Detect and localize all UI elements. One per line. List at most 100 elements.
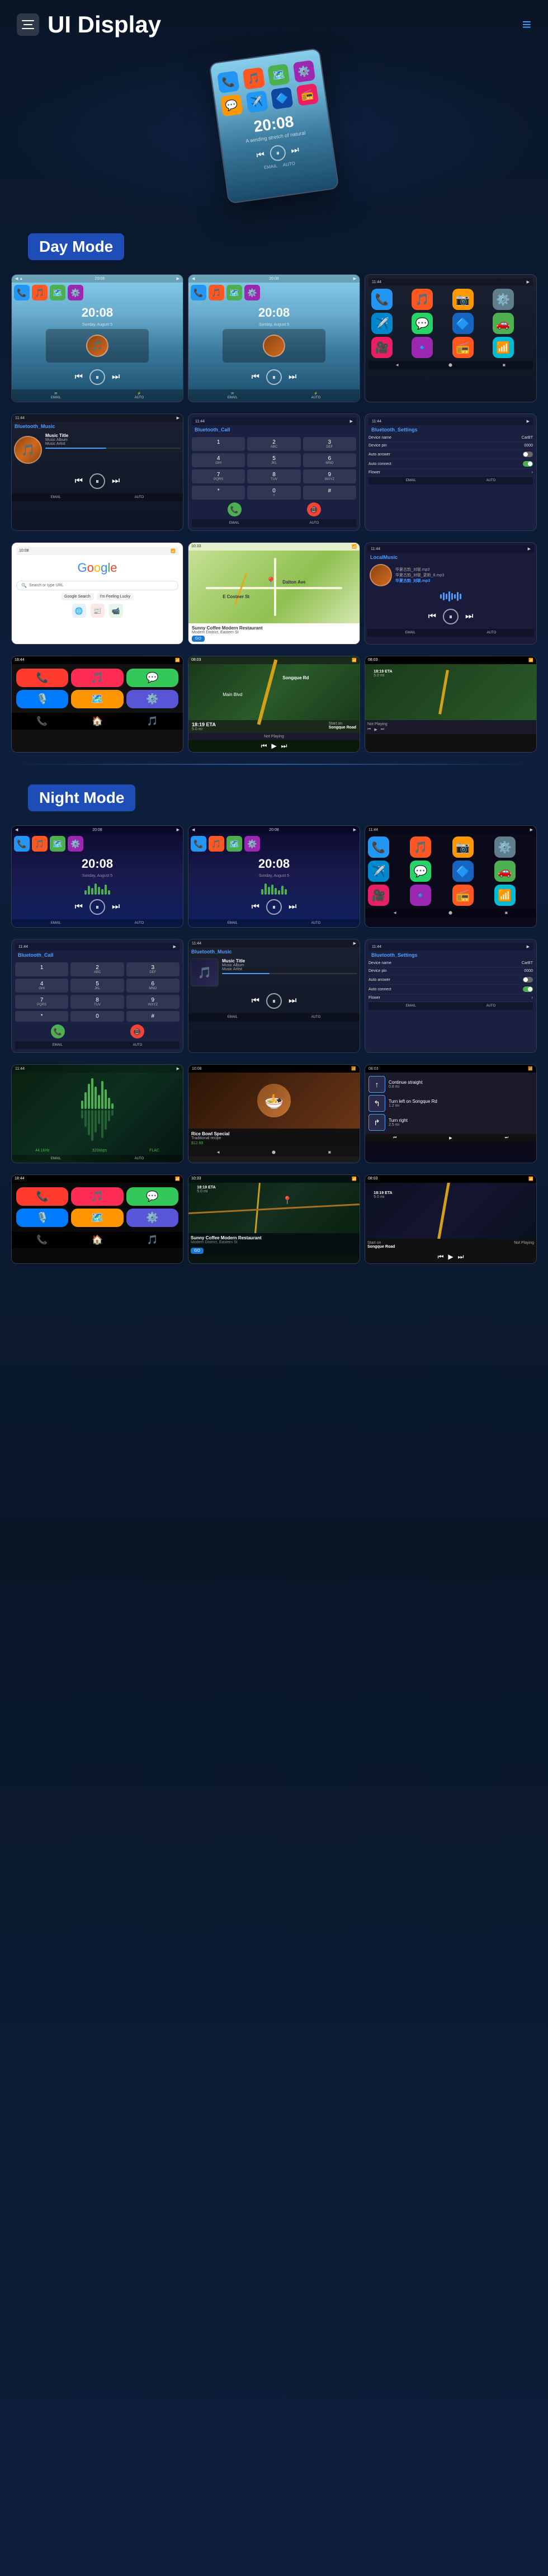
bt-next[interactable]: ⏭ <box>112 476 120 486</box>
nav-icon[interactable]: ≡ <box>522 16 531 34</box>
night-app-photo[interactable]: 📷 <box>452 836 474 858</box>
night-nav-cell[interactable]: 08:03 📶 ↑ Continue straight 0.8 mi ↰ Tur… <box>365 1064 537 1163</box>
night-nav-play-btn[interactable]: ▶ <box>448 1253 453 1261</box>
night-music-app[interactable]: 🎵 <box>410 836 431 858</box>
night-key-7[interactable]: 7PQRS <box>15 995 68 1009</box>
bookmark-1[interactable]: 🌐 <box>72 604 86 618</box>
night-nav-prev-btn[interactable]: ⏮ <box>438 1253 444 1261</box>
night-prev-2[interactable]: ⏮ <box>252 902 259 912</box>
night-settings-2[interactable]: ⚙️ <box>244 836 260 852</box>
night-next-2[interactable]: ⏭ <box>289 902 296 912</box>
night-wifi-app[interactable]: 📶 <box>494 885 516 906</box>
app-icon-settings[interactable]: ⚙️ <box>292 60 315 83</box>
night-settings-1[interactable]: ⚙️ <box>68 836 83 852</box>
lm-play[interactable]: ⏸ <box>443 609 459 624</box>
next-2[interactable]: ⏭ <box>289 372 296 382</box>
cp-more-icon[interactable]: ⚙️ <box>126 690 178 708</box>
cp-next-btn[interactable]: ⏭ <box>381 727 384 732</box>
night-key-star[interactable]: * <box>15 1011 68 1022</box>
prev-2[interactable]: ⏮ <box>252 372 259 382</box>
mini-settings-icon[interactable]: ⚙️ <box>68 285 83 300</box>
night-car-app[interactable]: 🚗 <box>494 861 516 882</box>
app-telegram[interactable]: ✈️ <box>371 313 393 334</box>
night-call-cell[interactable]: 11:44 ▶ Bluetooth_Call 1 2ABC 3DEF 4GHI … <box>11 939 183 1053</box>
night-cp-music[interactable]: 🎵 <box>71 1187 123 1206</box>
local-music-screen-cell[interactable]: 11:44 ▶ LocalMusic 华夏古韵_对联.mp3 华夏古韵_对联_更… <box>365 542 537 645</box>
night-cp-dock-home[interactable]: 🏠 <box>92 1234 103 1245</box>
night-cp-more[interactable]: ⚙️ <box>126 1209 178 1227</box>
bookmark-3[interactable]: 📹 <box>109 604 123 618</box>
camera-app-icon[interactable]: 🎥 <box>371 337 393 358</box>
night-carplay-home-cell[interactable]: 18:44 📶 📞 🎵 💬 🎙️ 🗺️ ⚙️ 📞 🏠 🎵 <box>11 1174 183 1264</box>
bt-prev[interactable]: ⏮ <box>75 476 83 486</box>
auto-answer-toggle[interactable] <box>523 452 533 457</box>
bookmark-2[interactable]: 📰 <box>91 604 105 618</box>
app-icon-map[interactable]: 🗺️ <box>267 64 290 87</box>
night-key-6[interactable]: 6MNO <box>126 979 179 993</box>
google-search-bar[interactable]: 🔍 Search or type URL <box>16 581 178 590</box>
night-cp-msg[interactable]: 💬 <box>126 1187 178 1206</box>
night-food-cell[interactable]: 10:08 📶 🍜 Rice Bowl Special Traditional … <box>188 1064 360 1163</box>
mini-phone-icon[interactable]: 📞 <box>14 285 30 300</box>
bbar-email-2[interactable]: ✉EMAIL <box>228 392 238 399</box>
cp-prev-btn[interactable]: ⏮ <box>367 727 371 732</box>
night-bt-next[interactable]: ⏭ <box>289 996 296 1006</box>
chat-app-icon[interactable]: 💬 <box>412 313 433 334</box>
night-play-1[interactable]: ⏸ <box>89 899 105 915</box>
night-auto-answer-toggle[interactable] <box>523 977 533 983</box>
cp-msg-icon[interactable]: 💬 <box>126 669 178 687</box>
night-apps-home-cell[interactable]: 11:44 ▶ 📞 🎵 📷 ⚙️ ✈️ <box>365 825 537 928</box>
night-go-btn[interactable]: GO <box>191 1248 204 1254</box>
night-music-1-icon[interactable]: 🎵 <box>32 836 48 852</box>
nav-next[interactable]: ⏭ <box>281 742 287 750</box>
night-cp-podcast[interactable]: 🎙️ <box>16 1209 68 1227</box>
bt-music-screen-day[interactable]: 11:44 ▶ Bluetooth_Music 🎵 Music Title Mu… <box>11 413 183 531</box>
night-app-wifi[interactable]: 📶 <box>494 885 516 906</box>
music-icon-2[interactable]: 🎵 <box>209 285 224 300</box>
telegram-app-icon[interactable]: ✈️ <box>371 313 393 334</box>
car-app-icon[interactable]: 🚗 <box>493 313 514 334</box>
bottom-item-auto[interactable]: ⚡ AUTO <box>135 392 144 399</box>
map-screen-cell[interactable]: 10:33 📶 📍 E Costner St Dalton Ave Sunny … <box>188 542 360 645</box>
key-8[interactable]: 8TUV <box>247 469 300 483</box>
key-9[interactable]: 9WXYZ <box>303 469 356 483</box>
call-button[interactable]: 📞 <box>228 502 242 516</box>
night-radio-app[interactable]: 📻 <box>452 885 474 906</box>
play-1[interactable]: ⏸ <box>89 369 105 385</box>
cp-dock-home[interactable]: 🏠 <box>92 716 103 727</box>
night-app-radio[interactable]: 📻 <box>452 885 474 906</box>
app-wifi[interactable]: 📶 <box>493 337 514 358</box>
night-map-restaurant-cell[interactable]: 10:33 📶 📍 18:19 ETA 5.0 mi Sunny Coffee … <box>188 1174 360 1264</box>
mini-music-icon[interactable]: 🎵 <box>32 285 48 300</box>
key-7[interactable]: 7PQRS <box>192 469 245 483</box>
mini-map-icon[interactable]: 🗺️ <box>50 285 65 300</box>
nav-play[interactable]: ▶ <box>271 742 276 750</box>
night-key-2[interactable]: 2ABC <box>70 962 124 976</box>
play-button[interactable]: ⏸ <box>269 144 287 162</box>
apps-home-screen[interactable]: 11:44 ▶ 📞 🎵 📷 ⚙️ ✈️ <box>365 274 537 402</box>
carplay-home-cell[interactable]: 18:44 📶 📞 🎵 💬 🎙️ 🗺️ ⚙️ 📞 🏠 🎵 <box>11 656 183 753</box>
night-key-8[interactable]: 8TUV <box>70 995 124 1009</box>
prev-button[interactable]: ⏮ <box>256 150 266 161</box>
lm-prev[interactable]: ⏮ <box>428 612 436 622</box>
night-nav-play[interactable]: ▶ <box>449 1136 452 1140</box>
app-vehiclecar[interactable]: 🚗 <box>493 313 514 334</box>
photo-app-icon[interactable]: 📷 <box>452 289 474 310</box>
night-next-1[interactable]: ⏭ <box>112 902 120 912</box>
settings-app-icon[interactable]: ⚙️ <box>493 289 514 310</box>
night-phone-1[interactable]: 📞 <box>14 836 30 852</box>
night-bt-app[interactable]: 🔷 <box>452 861 474 882</box>
lm-next[interactable]: ⏭ <box>465 612 473 622</box>
key-4[interactable]: 4GHI <box>192 453 245 467</box>
night-app-phone[interactable]: 📞 <box>368 836 389 858</box>
night-play-2[interactable]: ⏸ <box>266 899 282 915</box>
night-end-call-button[interactable]: 📵 <box>130 1024 144 1038</box>
cp-dock-phone[interactable]: 📞 <box>36 716 48 727</box>
night-bt-play[interactable]: ⏸ <box>266 993 282 1009</box>
night-music-1-cell[interactable]: ◀ 20:08 ▶ 📞 🎵 🗺️ ⚙️ 20:08 Sunday, August… <box>11 825 183 928</box>
night-music-2-cell[interactable]: ◀ 20:08 ▶ 📞 🎵 🗺️ ⚙️ 20:08 Sunday, August… <box>188 825 360 928</box>
cp-play-btn[interactable]: ▶ <box>374 727 377 732</box>
phone-icon-2[interactable]: 📞 <box>191 285 206 300</box>
night-cp-dock-phone[interactable]: 📞 <box>36 1234 48 1245</box>
cp-music-icon[interactable]: 🎵 <box>71 669 123 687</box>
